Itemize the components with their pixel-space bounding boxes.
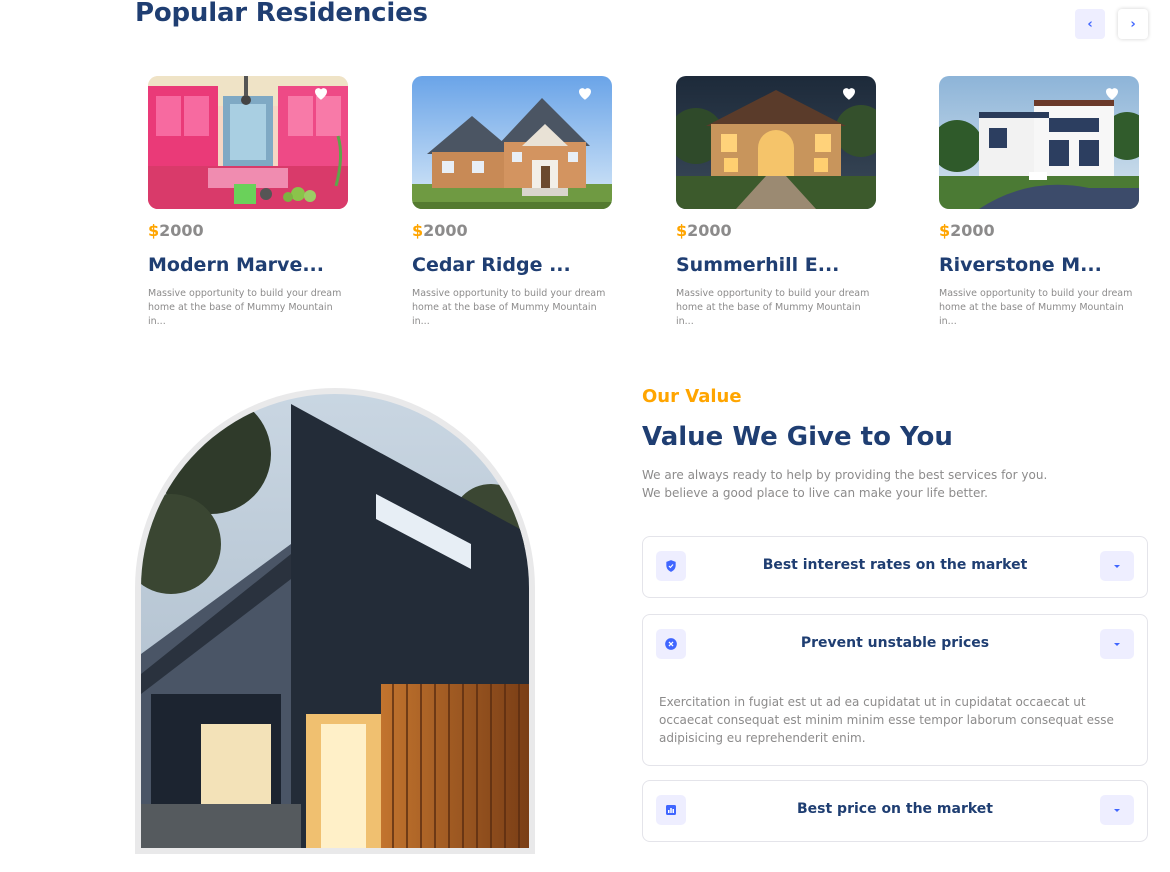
accordion-header[interactable]: Best interest rates on the market xyxy=(643,537,1147,597)
residency-name: Riverstone M... xyxy=(939,254,1102,276)
residency-name: Summerhill E... xyxy=(676,254,840,276)
caret-down-icon[interactable] xyxy=(1100,795,1134,825)
accordion-title: Prevent unstable prices xyxy=(800,635,990,651)
value-subtitle: We are always ready to help by providing… xyxy=(642,468,1048,500)
residency-photo xyxy=(939,76,1139,209)
accordion-title: Best interest rates on the market xyxy=(762,557,1028,573)
residency-description: Massive opportunity to build your dream … xyxy=(412,288,606,327)
price: $2000 xyxy=(412,221,468,240)
residency-description: Massive opportunity to build your dream … xyxy=(148,288,342,327)
price: $2000 xyxy=(148,221,204,240)
residency-name: Modern Marve... xyxy=(148,254,324,276)
favorite-heart-icon[interactable] xyxy=(840,84,858,102)
caret-down-icon[interactable] xyxy=(1100,551,1134,581)
residency-name: Cedar Ridge ... xyxy=(412,254,571,276)
next-slide-button[interactable]: › xyxy=(1118,9,1148,39)
modern-house-photo xyxy=(141,394,529,848)
accordion-detail: Exercitation in fugiat est ut ad ea cupi… xyxy=(659,695,1114,745)
caret-down-icon[interactable] xyxy=(1100,629,1134,659)
favorite-heart-icon[interactable] xyxy=(1103,84,1121,102)
prev-slide-button[interactable]: ‹ xyxy=(1075,9,1105,39)
accordion-item-best-price[interactable]: Best price on the market xyxy=(642,780,1148,842)
section-eyebrow: Our Value xyxy=(642,386,742,407)
favorite-heart-icon[interactable] xyxy=(312,84,330,102)
accordion-item-interest-rates[interactable]: Best interest rates on the market xyxy=(642,536,1148,598)
residency-card[interactable]: $2000 Cedar Ridge ... Massive opportunit… xyxy=(412,76,612,329)
accordion-title: Best price on the market xyxy=(796,801,993,817)
residency-description: Massive opportunity to build your dream … xyxy=(939,288,1133,327)
residency-photo xyxy=(148,76,348,209)
popular-residencies-title: Popular Residencies xyxy=(135,0,428,28)
residency-description: Massive opportunity to build your dream … xyxy=(676,288,870,327)
value-arch-frame xyxy=(135,388,535,854)
value-title: Value We Give to You xyxy=(642,422,953,452)
price: $2000 xyxy=(939,221,995,240)
price: $2000 xyxy=(676,221,732,240)
favorite-heart-icon[interactable] xyxy=(576,84,594,102)
residency-card[interactable]: $2000 Modern Marve... Massive opportunit… xyxy=(148,76,348,329)
residency-card[interactable]: $2000 Summerhill E... Massive opportunit… xyxy=(676,76,876,329)
residency-photo xyxy=(676,76,876,209)
chevron-right-icon: › xyxy=(1130,16,1136,32)
residency-photo xyxy=(412,76,612,209)
chevron-left-icon: ‹ xyxy=(1087,16,1093,32)
accordion-header[interactable]: Best price on the market xyxy=(643,781,1147,841)
accordion-item-unstable-prices[interactable]: Prevent unstable prices Exercitation in … xyxy=(642,614,1148,766)
accordion-header[interactable]: Prevent unstable prices xyxy=(643,615,1147,675)
residency-card[interactable]: $2000 Riverstone M... Massive opportunit… xyxy=(939,76,1139,329)
